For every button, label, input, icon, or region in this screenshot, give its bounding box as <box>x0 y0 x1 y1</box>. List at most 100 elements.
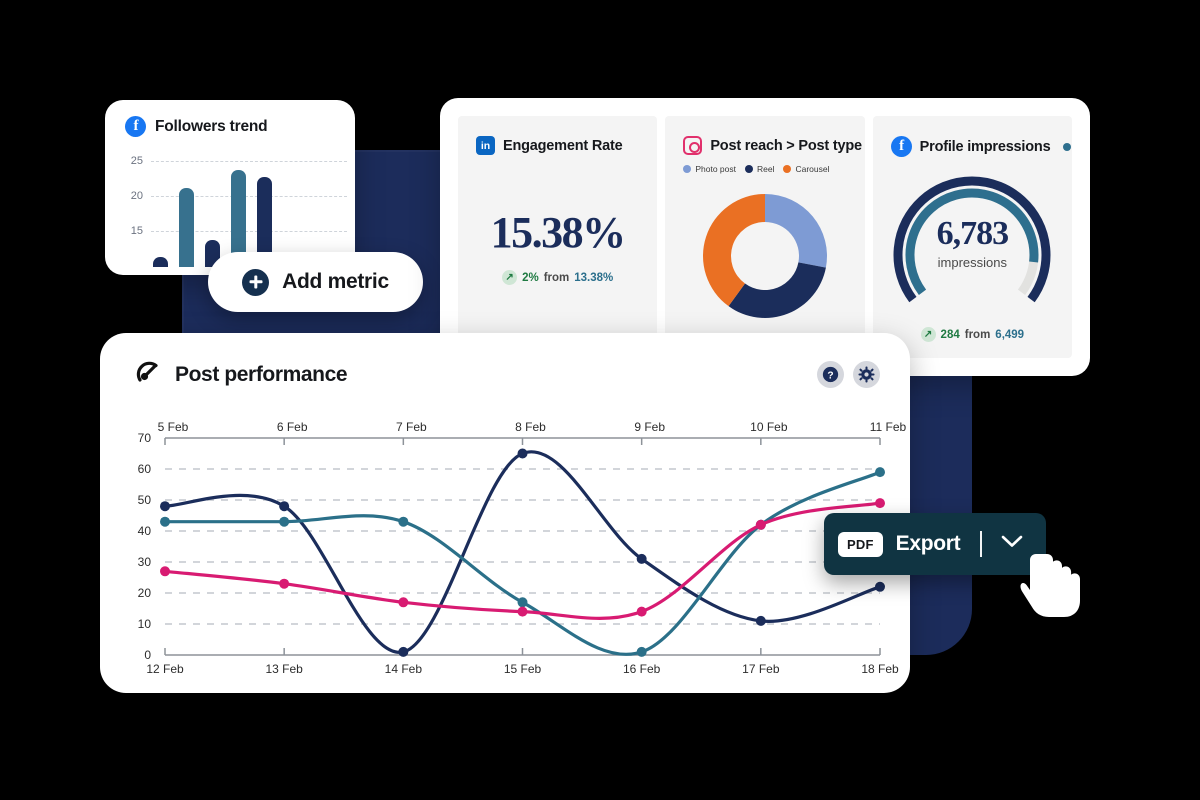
data-point <box>279 501 290 512</box>
impressions-unit: impressions <box>937 255 1007 270</box>
y-tick-label: 70 <box>138 431 152 445</box>
engagement-rate-tile: Engagement Rate 15.38% ↗ 2% from 13.38% <box>458 116 658 358</box>
legend-color-dot <box>783 165 792 173</box>
engagement-delta-prev: 13.38% <box>574 271 614 284</box>
post-reach-tile-header: Post reach > Post type <box>665 116 864 155</box>
donut-segment <box>728 262 826 318</box>
instagram-icon <box>683 136 703 155</box>
x-tick-label-top: 7 Feb <box>396 420 427 434</box>
x-tick-label-top: 8 Feb <box>515 420 546 434</box>
post-performance-title: Post performance <box>175 362 348 386</box>
legend-item: Carousel <box>783 164 829 174</box>
y-tick-label: 50 <box>138 493 152 507</box>
y-tick-label: 10 <box>138 617 152 631</box>
data-point <box>160 501 170 512</box>
impressions-value: 6,783 <box>936 215 1010 252</box>
donut-segment <box>764 194 827 268</box>
data-point <box>755 615 766 626</box>
impressions-tile-title: Profile impressions <box>919 138 1051 155</box>
followers-bar-chart: 25 20 15 <box>105 149 355 267</box>
x-tick-label-bottom: 14 Feb <box>385 662 423 676</box>
gauge-center-text: 6,783 impressions <box>873 215 1072 270</box>
data-point <box>398 646 409 657</box>
data-point <box>160 516 170 527</box>
data-point <box>875 498 885 509</box>
impressions-delta-from: from <box>964 328 991 341</box>
impressions-tile-header: Profile impressions <box>873 116 1072 157</box>
facebook-icon <box>125 116 146 137</box>
legend-item: Reel <box>744 164 775 174</box>
data-point <box>398 597 409 608</box>
y-tick-label: 30 <box>138 555 152 569</box>
x-tick-label-bottom: 17 Feb <box>742 662 780 676</box>
export-button[interactable]: PDF Export <box>824 513 1046 575</box>
line-series <box>163 450 882 654</box>
post-reach-donut-chart <box>665 180 864 332</box>
add-metric-label: Add metric <box>282 270 389 293</box>
export-label: Export <box>895 532 961 555</box>
x-tick-label-bottom: 12 Feb <box>146 662 184 676</box>
x-tick-label-top: 11 Feb <box>870 420 907 434</box>
donut-svg <box>702 194 827 318</box>
engagement-delta-from: from <box>543 271 570 284</box>
followers-card-header: Followers trend <box>105 100 355 137</box>
followers-ytick-25: 25 <box>130 155 143 167</box>
post-reach-legend: Photo post Reel Carousel <box>665 155 864 174</box>
legend-label: Reel <box>756 164 775 174</box>
help-icon[interactable]: ? <box>817 361 844 388</box>
impressions-delta-prev: 6,499 <box>995 328 1025 341</box>
engagement-rate-value: 15.38% <box>490 208 627 257</box>
chevron-down-icon[interactable] <box>1001 535 1023 553</box>
impressions-delta-value: 284 <box>940 328 960 341</box>
post-performance-header: Post performance ? <box>100 333 910 390</box>
x-tick-label-top: 5 Feb <box>158 420 189 434</box>
y-tick-label: 0 <box>144 648 151 662</box>
engagement-delta: ↗ 2% from 13.38% <box>458 270 657 285</box>
legend-item: Photo post <box>683 164 736 174</box>
data-point <box>875 467 885 478</box>
linkedin-icon <box>476 136 495 155</box>
add-metric-button[interactable]: Add metric <box>208 252 423 312</box>
data-point <box>517 606 528 617</box>
data-point <box>755 519 766 530</box>
y-tick-label: 40 <box>138 524 152 538</box>
legend-label: Carousel <box>795 164 830 174</box>
y-tick-label: 20 <box>138 586 152 600</box>
data-point <box>875 581 885 592</box>
profile-impressions-tile: Profile impressions 6,783 impressions ↗ … <box>872 116 1072 358</box>
followers-ytick-15: 15 <box>130 225 143 237</box>
trend-up-icon: ↗ <box>920 327 936 342</box>
y-tick-label: 60 <box>138 462 152 476</box>
data-point <box>636 646 647 657</box>
status-dot <box>1063 142 1072 151</box>
screenshot-stage: Followers trend 25 20 15 Add metric Enga… <box>0 0 1200 800</box>
facebook-icon <box>890 136 912 157</box>
engagement-tile-header: Engagement Rate <box>458 116 657 155</box>
data-point <box>279 578 290 589</box>
post-reach-tile-title: Post reach > Post type <box>710 137 862 154</box>
followers-card-title: Followers trend <box>155 117 268 135</box>
line-chart-svg: 0 10 20 30 40 50 60 70 5 Feb 12 Feb 6 Feb 13 Feb 7 F… <box>138 420 907 676</box>
x-tick-label-bottom: 18 Feb <box>861 662 899 676</box>
data-point <box>636 606 647 617</box>
data-point <box>517 448 528 459</box>
followers-bar <box>153 256 168 267</box>
pdf-format-badge: PDF <box>838 531 883 557</box>
post-reach-tile: Post reach > Post type Photo post Reel Car… <box>665 116 865 358</box>
data-point <box>636 553 647 564</box>
gauge-icon <box>135 359 161 390</box>
trend-up-icon: ↗ <box>502 270 518 285</box>
export-divider <box>980 531 982 557</box>
svg-text:?: ? <box>827 370 833 381</box>
pointer-hand-cursor <box>1020 552 1090 629</box>
x-tick-label-top: 6 Feb <box>277 420 308 434</box>
gear-icon[interactable] <box>853 361 880 388</box>
x-tick-label-bottom: 15 Feb <box>504 662 542 676</box>
plus-circle-icon <box>242 268 270 296</box>
followers-bar <box>179 188 194 267</box>
followers-trend-card: Followers trend 25 20 15 <box>105 100 355 275</box>
x-tick-label-bottom: 13 Feb <box>265 662 303 676</box>
post-performance-actions: ? <box>817 361 880 388</box>
data-point <box>517 597 528 608</box>
impressions-gauge-chart: 6,783 impressions <box>873 163 1072 313</box>
